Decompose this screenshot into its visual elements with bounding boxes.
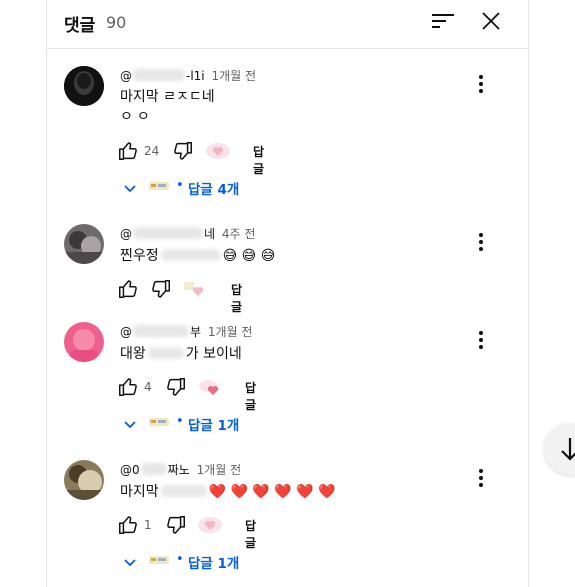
comment-time[interactable]: 1개월 전 [197, 463, 242, 477]
comment-text-before: 마지막 [120, 484, 159, 500]
comment-text-before: 찐우정 [120, 248, 159, 264]
reply-button[interactable]: 답글 [245, 517, 256, 551]
comment-text-line2: ㅇㅇ [120, 109, 154, 125]
avatar-image [64, 460, 104, 500]
comment-time[interactable]: 1개월 전 [211, 69, 256, 83]
creator-avatar-icon [149, 556, 169, 564]
blurred-text [147, 347, 184, 359]
chevron-down-icon [124, 185, 136, 193]
close-icon[interactable] [478, 8, 504, 34]
reply-button[interactable]: 답글 [231, 281, 242, 315]
avatar[interactable] [64, 66, 104, 106]
comment-emojis: 😅 😅 😅 [222, 248, 276, 264]
blurred-username [133, 227, 203, 239]
blurred-text [160, 485, 207, 497]
thumb-up-icon[interactable] [117, 376, 139, 398]
more-vert-icon[interactable] [469, 229, 493, 253]
comments-title: 댓글 [64, 16, 96, 36]
thumb-up-icon[interactable] [117, 278, 139, 300]
thumb-down-icon[interactable] [165, 376, 187, 398]
comment-text-after: 가 보이네 [185, 346, 242, 362]
comment-text: 찐우정 😅 😅 😅 [120, 247, 275, 265]
thumb-down-icon[interactable] [165, 514, 187, 536]
chevron-down-icon [124, 421, 136, 429]
like-count: 1 [144, 518, 152, 532]
comment-text: 마지막 ㄹㅈㄷ네 [120, 88, 215, 106]
like-count: 4 [144, 380, 152, 394]
avatar[interactable] [64, 224, 104, 264]
comment-time[interactable]: 1개월 전 [208, 325, 253, 339]
comment-text: 대왕 가 보이네 [120, 345, 242, 363]
creator-heart-icon [199, 380, 219, 395]
creator-avatar-icon [149, 182, 169, 190]
author-suffix: 짜노 [167, 463, 190, 477]
blurred-text [160, 249, 221, 261]
replies-count: 답글 1개 [188, 418, 240, 434]
comments-count: 90 [106, 13, 127, 32]
avatar[interactable] [64, 322, 104, 362]
like-count: 24 [144, 144, 160, 158]
author-prefix: @0 [120, 463, 140, 477]
creator-heart-icon [184, 282, 204, 296]
scroll-down-button[interactable] [544, 423, 575, 475]
more-vert-icon[interactable] [469, 465, 493, 489]
avatar[interactable] [64, 460, 104, 500]
comment-text-line: 마지막 ㄹㅈㄷ네 [120, 89, 215, 105]
replies-count: 답글 4개 [188, 182, 240, 198]
more-vert-icon[interactable] [469, 327, 493, 351]
reply-button[interactable]: 답글 [245, 379, 256, 413]
comment-author[interactable]: @ -l1i 1개월 전 [120, 67, 256, 84]
thumb-down-icon[interactable] [150, 278, 172, 300]
chevron-down-icon [124, 559, 136, 567]
comment-author[interactable]: @ 부 1개월 전 [120, 323, 252, 340]
separator-dot: • [176, 552, 184, 567]
sort-icon[interactable] [430, 10, 456, 32]
arrow-down-icon [561, 438, 575, 461]
replies-count: 답글 1개 [188, 556, 240, 572]
comment-author[interactable]: @0 짜노 1개월 전 [120, 461, 241, 478]
comment-emojis: ❤️ ❤️ ❤️ ❤️ ❤️ ❤️ [208, 484, 336, 500]
creator-avatar-icon [149, 418, 169, 426]
comment-author[interactable]: @ 네 4주 전 [120, 225, 255, 242]
comment-text-before: 대왕 [120, 346, 146, 362]
avatar-image [64, 224, 104, 264]
thumb-down-icon[interactable] [172, 140, 194, 162]
creator-heart-icon [206, 143, 230, 159]
comments-panel: 댓글 90 @ -l1i 1개월 전 마지막 ㄹㅈㄷ네 ㅇㅇ 24 답글 • 답… [46, 0, 529, 587]
separator-dot: • [176, 414, 184, 429]
thumb-up-icon[interactable] [117, 514, 139, 536]
comment-time[interactable]: 4주 전 [222, 227, 256, 241]
comments-header: 댓글 90 [47, 0, 528, 49]
blurred-username [140, 463, 167, 475]
avatar-image [64, 322, 104, 362]
reply-button[interactable]: 답글 [253, 143, 264, 177]
separator-dot: • [176, 178, 184, 193]
avatar-image [64, 66, 104, 106]
more-vert-icon[interactable] [469, 71, 493, 95]
thumb-up-icon[interactable] [117, 140, 139, 162]
blurred-username [133, 325, 189, 337]
author-suffix: 부 [190, 325, 202, 339]
comment-text: 마지막 ❤️ ❤️ ❤️ ❤️ ❤️ ❤️ [120, 483, 335, 501]
blurred-username [133, 69, 185, 81]
creator-heart-icon [198, 517, 222, 533]
author-suffix: -l1i [186, 69, 205, 83]
author-suffix: 네 [204, 227, 216, 241]
